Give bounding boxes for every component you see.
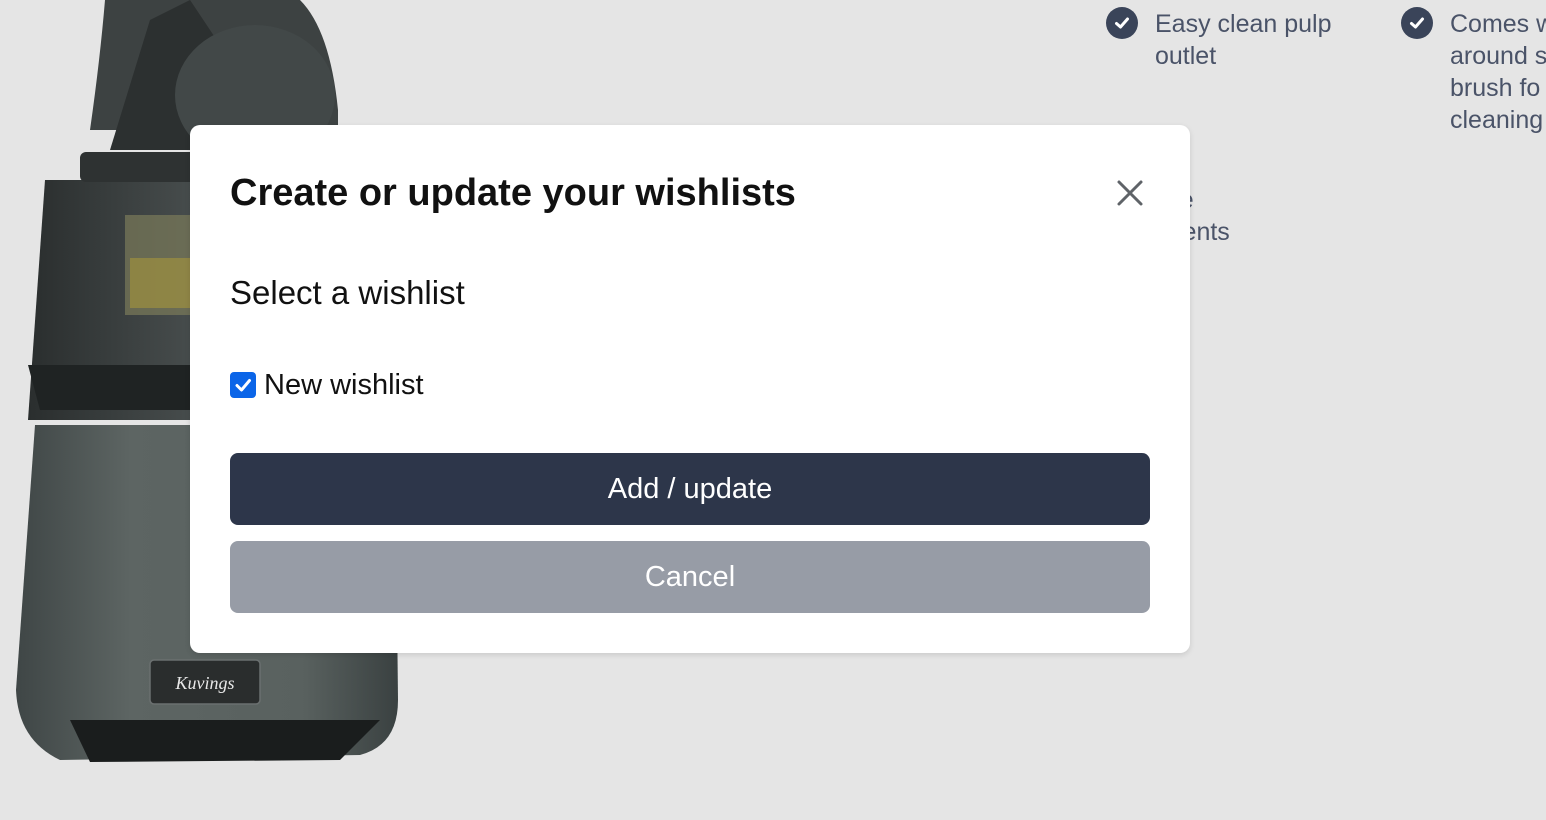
new-wishlist-label: New wishlist bbox=[264, 369, 424, 401]
check-circle-icon bbox=[1106, 7, 1138, 39]
page: Kuvings Easy clean pulp outlet Comes w a… bbox=[0, 0, 1546, 820]
close-button[interactable] bbox=[1110, 173, 1150, 213]
cancel-button[interactable]: Cancel bbox=[230, 541, 1150, 613]
product-brand-label: Kuvings bbox=[174, 673, 234, 693]
close-icon bbox=[1117, 180, 1143, 206]
feature-item: Easy clean pulp outlet bbox=[1106, 7, 1366, 72]
add-update-button[interactable]: Add / update bbox=[230, 453, 1150, 525]
feature-text: Comes w around s brush fo cleaning bbox=[1450, 10, 1546, 134]
new-wishlist-checkbox[interactable] bbox=[230, 372, 256, 398]
check-circle-icon bbox=[1401, 7, 1433, 39]
checkmark-icon bbox=[235, 379, 251, 392]
wishlist-option-new[interactable]: New wishlist bbox=[230, 367, 424, 403]
modal-title: Create or update your wishlists bbox=[230, 172, 796, 214]
feature-text: Easy clean pulp outlet bbox=[1155, 10, 1332, 70]
select-wishlist-label: Select a wishlist bbox=[230, 274, 465, 311]
wishlist-modal: Create or update your wishlists Select a… bbox=[190, 125, 1190, 653]
feature-item: Comes w around s brush fo cleaning bbox=[1401, 7, 1546, 136]
